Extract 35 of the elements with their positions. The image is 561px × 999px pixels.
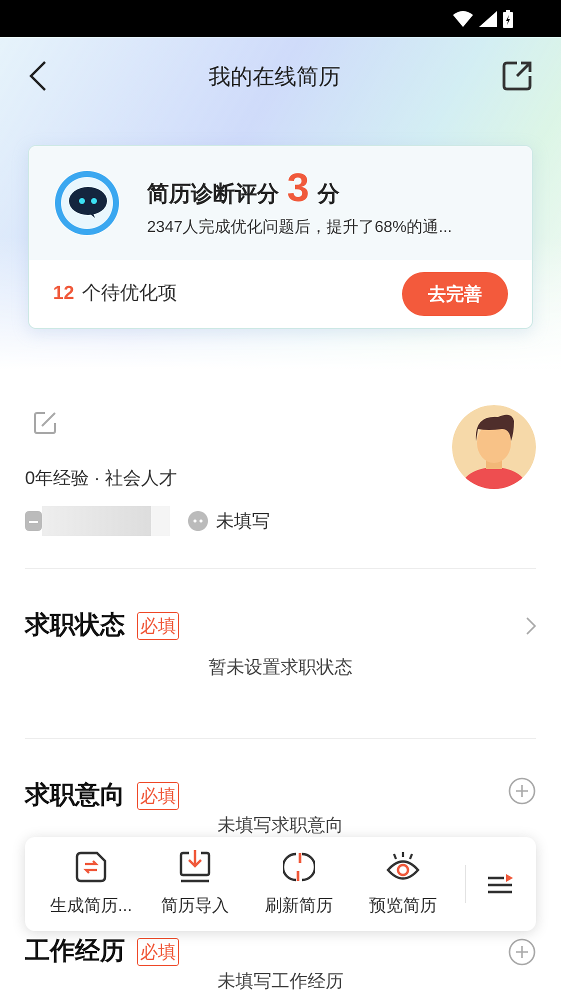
phone-icon (25, 511, 42, 531)
required-badge: 必填 (137, 782, 179, 810)
required-badge: 必填 (137, 612, 179, 640)
refresh-icon (283, 851, 315, 884)
toolbar-button[interactable]: 生成简历... (39, 849, 143, 919)
wifi-icon (453, 10, 473, 26)
document-swap-icon (75, 851, 107, 884)
empty-hint: 未填写求职意向 (216, 815, 344, 835)
section-title: 工作经历 (25, 936, 125, 968)
toolbar-button[interactable]: 刷新简历 (247, 849, 351, 919)
wechat-value: 未填写 (216, 510, 270, 532)
robot-icon (55, 171, 119, 235)
toolbar-button[interactable]: 预览简历 (351, 849, 455, 919)
share-icon[interactable] (501, 60, 533, 92)
page-title: 我的在线简历 (208, 62, 340, 90)
toolbar-button[interactable]: 简历导入 (143, 849, 247, 919)
score-value: 3 (287, 166, 310, 210)
chat-icon (188, 511, 208, 531)
score-unit: 分 (317, 180, 340, 208)
empty-hint: 未填写工作经历 (216, 971, 344, 991)
pending-label: 个待优化项 (82, 282, 178, 306)
section-title: 求职意向 (25, 780, 125, 812)
section-title: 求职状态 (25, 610, 125, 642)
experience-summary: 0年经验 · 社会人才 (25, 467, 178, 490)
empty-hint: 暂未设置求职状态 (208, 657, 354, 677)
battery-icon (503, 10, 513, 28)
diagnosis-title: 简历诊断评分 (147, 180, 279, 208)
required-badge: 必填 (137, 938, 179, 966)
menu-icon[interactable] (486, 872, 514, 896)
diagnosis-description: 2347人完成优化问题后，提升了68%的通... (147, 218, 452, 238)
signal-icon (479, 10, 497, 26)
pending-count: 12 (53, 282, 74, 306)
back-icon[interactable] (28, 60, 48, 92)
avatar-icon[interactable] (452, 405, 536, 489)
download-tray-icon (179, 849, 211, 884)
